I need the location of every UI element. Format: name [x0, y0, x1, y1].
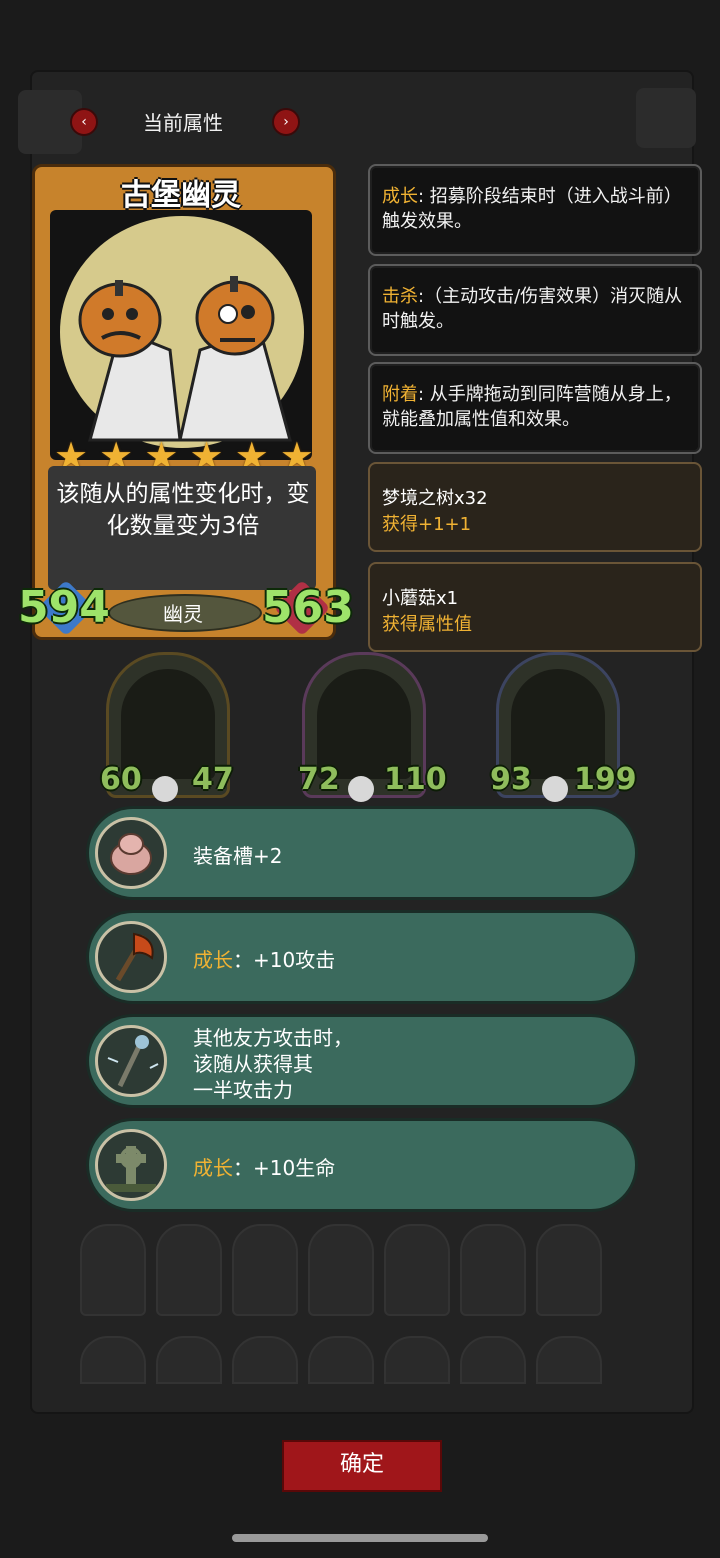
skull-icon [542, 776, 568, 802]
health-value: 563 [262, 582, 354, 633]
card-description: 该随从的属性变化时，变化数量变为3倍 [56, 481, 310, 539]
chevron-right-icon: › [283, 114, 289, 130]
minion-health: 110 [384, 762, 447, 797]
item-name: 小蘑菇x1 [382, 588, 459, 609]
keyword-description: : 招募阶段结束时（进入战斗前）触发效果。 [382, 186, 682, 232]
ability-keyword: 成长 [193, 948, 233, 972]
keyword-name: 附着 [382, 384, 418, 405]
keyword-panel-growth: 成长: 招募阶段结束时（进入战斗前）触发效果。 [368, 164, 702, 256]
collection-slot[interactable] [384, 1224, 450, 1316]
collection-slot[interactable] [232, 1224, 298, 1316]
skull-icon [152, 776, 178, 802]
ability-text-line: 该随从获得其 [193, 1052, 313, 1076]
ability-row-equipment-slot[interactable]: 装备槽+2 [86, 806, 638, 900]
keyword-name: 击杀 [382, 286, 418, 307]
ability-text: ：+10攻击 [233, 948, 336, 972]
keyword-description: :（主动攻击/伤害效果）消灭随从时触发。 [382, 286, 683, 332]
attached-item-panel: 小蘑菇x1 获得属性值 [368, 562, 702, 652]
keyword-name: 成长 [382, 186, 418, 207]
skull-icon [348, 776, 374, 802]
keyword-panel-attach: 附着: 从手牌拖动到同阵营随从身上，就能叠加属性值和效果。 [368, 362, 702, 454]
collection-slot[interactable] [80, 1224, 146, 1316]
axe-icon [95, 921, 167, 993]
minion-attack: 93 [490, 762, 532, 797]
collection-slot[interactable] [460, 1336, 526, 1384]
previous-arrow-button[interactable]: ‹ [70, 108, 98, 136]
page-title: 当前属性 [143, 111, 223, 135]
back-frame-right [636, 88, 696, 148]
minion-health: 47 [192, 762, 234, 797]
confirm-button[interactable]: 确定 [282, 1440, 442, 1492]
chevron-left-icon: ‹ [81, 114, 87, 130]
ability-text: 装备槽+2 [193, 844, 283, 868]
ability-keyword: 成长 [193, 1156, 233, 1180]
collection-slot[interactable] [384, 1336, 450, 1384]
pig-icon [95, 817, 167, 889]
collection-slot[interactable] [308, 1336, 374, 1384]
minion-health: 199 [574, 762, 637, 797]
keyword-description: : 从手牌拖动到同阵营随从身上，就能叠加属性值和效果。 [382, 384, 682, 430]
collection-slot[interactable] [536, 1336, 602, 1384]
collection-row [80, 1224, 640, 1316]
ability-text: ：+10生命 [233, 1156, 336, 1180]
collection-slot[interactable] [308, 1224, 374, 1316]
keyword-panel-kill: 击杀:（主动攻击/伤害效果）消灭随从时触发。 [368, 264, 702, 356]
scepter-icon [95, 1025, 167, 1097]
next-arrow-button[interactable]: › [272, 108, 300, 136]
ability-row-growth-health[interactable]: 成长：+10生命 [86, 1118, 638, 1212]
attack-value: 594 [18, 582, 110, 633]
collection-slot[interactable] [156, 1336, 222, 1384]
collection-slot[interactable] [232, 1336, 298, 1384]
ability-row-growth-attack[interactable]: 成长：+10攻击 [86, 910, 638, 1004]
item-effect: 获得属性值 [382, 614, 472, 635]
card-name: 古堡幽灵 [121, 178, 241, 213]
ability-row-share-attack[interactable]: 其他友方攻击时， 该随从获得其 一半攻击力 [86, 1014, 638, 1108]
home-indicator[interactable] [232, 1534, 488, 1542]
pumpkin-ghost-art [78, 276, 292, 442]
collection-slot[interactable] [460, 1224, 526, 1316]
ability-text-line: 一半攻击力 [193, 1078, 293, 1102]
minion-attack: 60 [100, 762, 142, 797]
collection-row [80, 1336, 640, 1384]
collection-slot[interactable] [80, 1336, 146, 1384]
item-name: 梦境之树x32 [382, 488, 488, 509]
race-label: 幽灵 [163, 602, 203, 626]
minion-attack: 72 [298, 762, 340, 797]
gravestone-icon [95, 1129, 167, 1201]
collection-slot[interactable] [156, 1224, 222, 1316]
ability-text-line: 其他友方攻击时， [193, 1026, 353, 1050]
item-effect: 获得+1+1 [382, 514, 472, 535]
collection-slot[interactable] [536, 1224, 602, 1316]
attached-item-panel: 梦境之树x32 获得+1+1 [368, 462, 702, 552]
